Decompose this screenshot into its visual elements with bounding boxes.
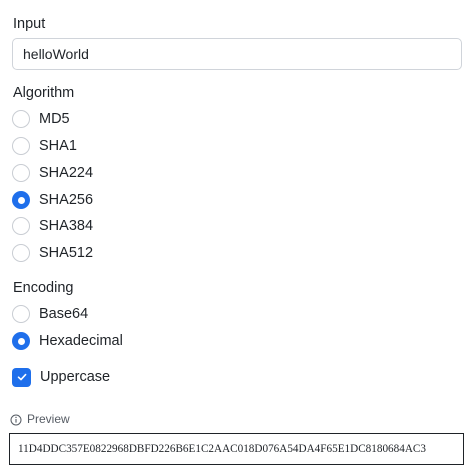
encoding-option-label: Hexadecimal bbox=[39, 333, 123, 349]
radio-unchecked-icon[interactable] bbox=[12, 137, 30, 155]
radio-unchecked-icon[interactable] bbox=[12, 110, 30, 128]
algorithm-option-label: SHA1 bbox=[39, 138, 77, 154]
checkmark-icon[interactable] bbox=[12, 367, 31, 387]
algorithm-option-label: MD5 bbox=[39, 111, 70, 127]
algorithm-option-label: SHA256 bbox=[39, 192, 94, 208]
algorithm-option-label: SHA224 bbox=[39, 165, 94, 181]
algorithm-label: Algorithm bbox=[13, 85, 75, 101]
radio-unchecked-icon[interactable] bbox=[12, 244, 30, 262]
radio-unchecked-icon[interactable] bbox=[12, 305, 30, 323]
radio-checked-icon[interactable] bbox=[12, 191, 30, 209]
algorithm-option-sha384[interactable]: SHA384 bbox=[12, 215, 93, 237]
info-icon bbox=[10, 413, 22, 426]
encoding-option-label: Base64 bbox=[39, 306, 89, 322]
uppercase-label: Uppercase bbox=[40, 369, 111, 385]
algorithm-option-sha512[interactable]: SHA512 bbox=[12, 242, 93, 264]
preview-label: Preview bbox=[27, 412, 70, 426]
input-label: Input bbox=[13, 16, 46, 32]
uppercase-checkbox[interactable]: Uppercase bbox=[12, 366, 110, 388]
preview-header: Preview bbox=[10, 411, 70, 427]
algorithm-option-label: SHA512 bbox=[39, 245, 94, 261]
algorithm-option-md5[interactable]: MD5 bbox=[12, 108, 70, 130]
radio-checked-icon[interactable] bbox=[12, 332, 30, 350]
algorithm-option-sha1[interactable]: SHA1 bbox=[12, 135, 77, 157]
radio-unchecked-icon[interactable] bbox=[12, 217, 30, 235]
algorithm-option-label: SHA384 bbox=[39, 218, 94, 234]
encoding-option-base64[interactable]: Base64 bbox=[12, 303, 88, 325]
preview-output[interactable]: 11D4DDC357E0822968DBFD226B6E1C2AAC018D07… bbox=[9, 433, 464, 465]
algorithm-option-sha224[interactable]: SHA224 bbox=[12, 162, 93, 184]
encoding-option-hexadecimal[interactable]: Hexadecimal bbox=[12, 330, 123, 352]
encoding-label: Encoding bbox=[13, 280, 74, 296]
input-field[interactable] bbox=[12, 38, 462, 70]
radio-unchecked-icon[interactable] bbox=[12, 164, 30, 182]
algorithm-option-sha256[interactable]: SHA256 bbox=[12, 189, 93, 211]
